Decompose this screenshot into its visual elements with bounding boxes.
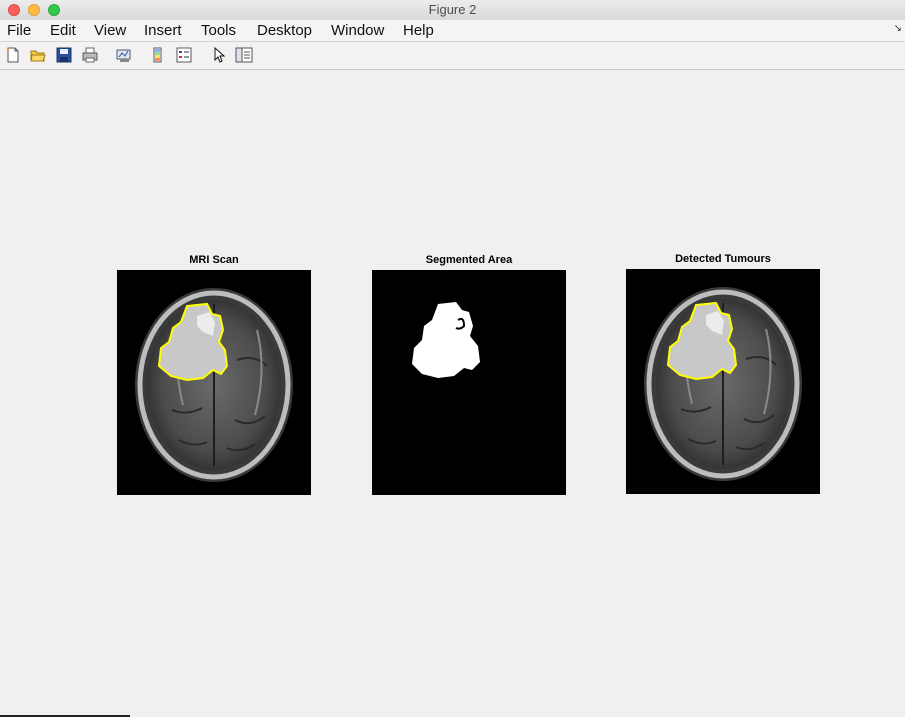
- axes-title-segmented-area: Segmented Area: [425, 254, 513, 266]
- new-figure-icon[interactable]: [4, 46, 22, 64]
- menu-file[interactable]: File: [7, 22, 31, 39]
- print-icon[interactable]: [81, 46, 99, 64]
- insert-legend-icon[interactable]: [175, 46, 193, 64]
- window-title: Figure 2: [428, 2, 477, 17]
- insert-colorbar-icon[interactable]: [149, 46, 167, 64]
- edit-plot-arrow-icon[interactable]: [210, 46, 228, 64]
- axes-title-detected-tumours: Detected Tumours: [675, 253, 771, 265]
- open-file-icon[interactable]: [29, 46, 47, 64]
- detected-tumours-image: [626, 269, 820, 494]
- menu-insert[interactable]: Insert: [144, 22, 182, 39]
- link-plot-icon[interactable]: [115, 46, 133, 64]
- segmented-area-image: [372, 270, 566, 495]
- property-inspector-icon[interactable]: [235, 46, 253, 64]
- menu-bar: File Edit View Insert Tools Desktop Wind…: [0, 20, 905, 42]
- menu-tools[interactable]: Tools: [201, 22, 236, 39]
- menu-desktop[interactable]: Desktop: [257, 22, 312, 39]
- menu-view[interactable]: View: [94, 22, 126, 39]
- figure-toolbar: [0, 42, 905, 70]
- mri-scan-image: [117, 270, 311, 495]
- window-title-bar: Figure 2: [0, 0, 905, 21]
- dock-arrow-icon[interactable]: ↘: [894, 23, 902, 34]
- save-icon[interactable]: [55, 46, 73, 64]
- menu-window[interactable]: Window: [331, 22, 384, 39]
- menu-help[interactable]: Help: [403, 22, 434, 39]
- menu-edit[interactable]: Edit: [50, 22, 76, 39]
- axes-title-mri-scan: MRI Scan: [189, 254, 239, 266]
